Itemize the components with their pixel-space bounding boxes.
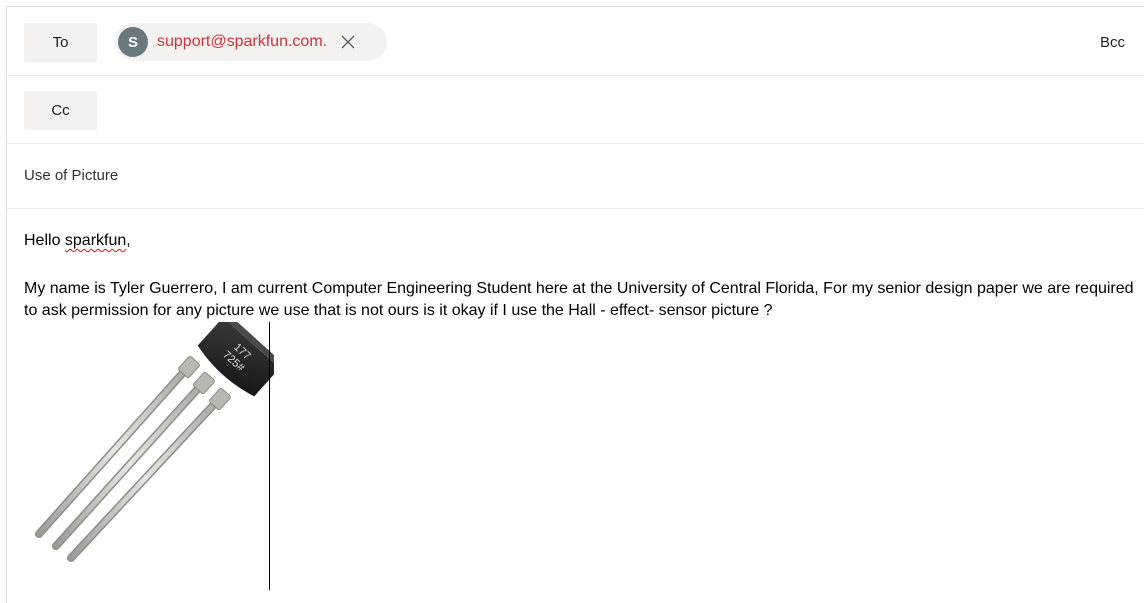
cc-row: Cc (7, 76, 1144, 144)
greeting-suffix: , (126, 232, 131, 249)
message-paragraph: My name is Tyler Guerrero, I am current … (24, 280, 1134, 319)
to-button[interactable]: To (24, 23, 97, 62)
mail-compose-form: To S support@sparkfun.com. Bcc Cc Use of… (6, 6, 1144, 603)
image-resize-handle[interactable] (269, 322, 270, 590)
subject-row: Use of Picture (7, 144, 1144, 209)
avatar: S (118, 27, 148, 57)
greeting-name: sparkfun (64, 232, 127, 249)
hall-effect-sensor-image[interactable]: 177 725# (24, 322, 274, 576)
close-icon[interactable] (340, 34, 356, 50)
cc-button[interactable]: Cc (24, 91, 97, 130)
greeting-line: Hello sparkfun, (24, 232, 131, 250)
to-row: To S support@sparkfun.com. Bcc (7, 7, 1144, 76)
bcc-button[interactable]: Bcc (1100, 34, 1125, 51)
subject-input[interactable]: Use of Picture (24, 167, 1024, 184)
message-body[interactable]: Hello sparkfun, My name is Tyler Guerrer… (7, 209, 1144, 603)
recipient-email: support@sparkfun.com. (157, 33, 328, 50)
greeting-prefix: Hello (24, 232, 65, 249)
recipient-chip[interactable]: S support@sparkfun.com. (115, 23, 387, 61)
